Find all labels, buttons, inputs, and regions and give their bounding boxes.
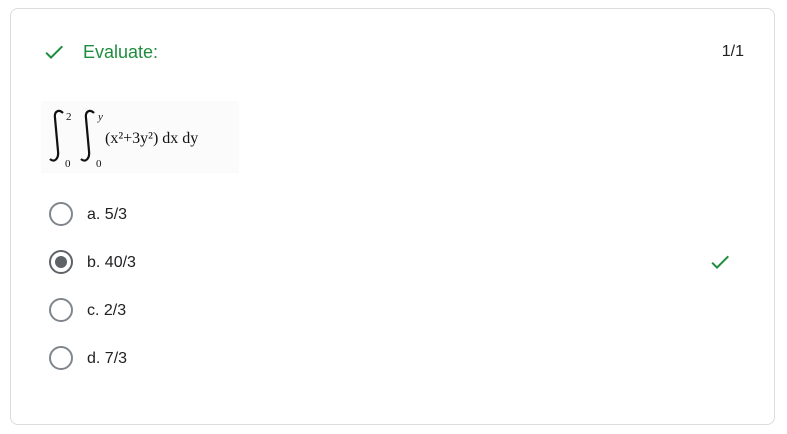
outer-upper-limit: 2 [66,111,72,123]
radio-button-a[interactable] [49,202,73,226]
option-d[interactable]: d. 7/3 [11,334,774,382]
outer-integral-icon [49,109,64,162]
option-a[interactable]: a. 5/3 [11,190,774,238]
check-icon [45,45,63,59]
outer-lower-limit: 0 [65,158,71,170]
option-label-a: a. 5/3 [87,206,128,223]
option-label-b: b. 40/3 [87,254,136,271]
option-label-d: d. 7/3 [87,350,128,367]
inner-lower-limit: 0 [96,158,102,170]
radio-button-b[interactable] [49,250,73,274]
question-header: Evaluate: 1/1 [11,9,774,95]
option-label-c: c. 2/3 [87,302,127,319]
radio-button-d[interactable] [49,346,73,370]
question-formula-image: 2 0 y 0 (x²+3y²) dx dy [41,101,239,173]
formula-svg: 2 0 y 0 (x²+3y²) dx dy [49,109,198,170]
inner-integral-icon [80,109,95,162]
question-card: Evaluate: 1/1 2 0 y 0 (x²+3y²) dx dy a. … [10,8,775,425]
inner-upper-limit: y [97,111,103,123]
integrand-text: (x²+3y²) dx dy [105,130,198,147]
question-title: Evaluate: [83,42,159,62]
radio-button-c[interactable] [49,298,73,322]
option-c[interactable]: c. 2/3 [11,286,774,334]
radio-selected-dot [55,256,67,268]
option-b[interactable]: b. 40/3 [11,238,774,286]
score-badge: 1/1 [721,43,744,60]
correct-check-icon [711,255,729,269]
